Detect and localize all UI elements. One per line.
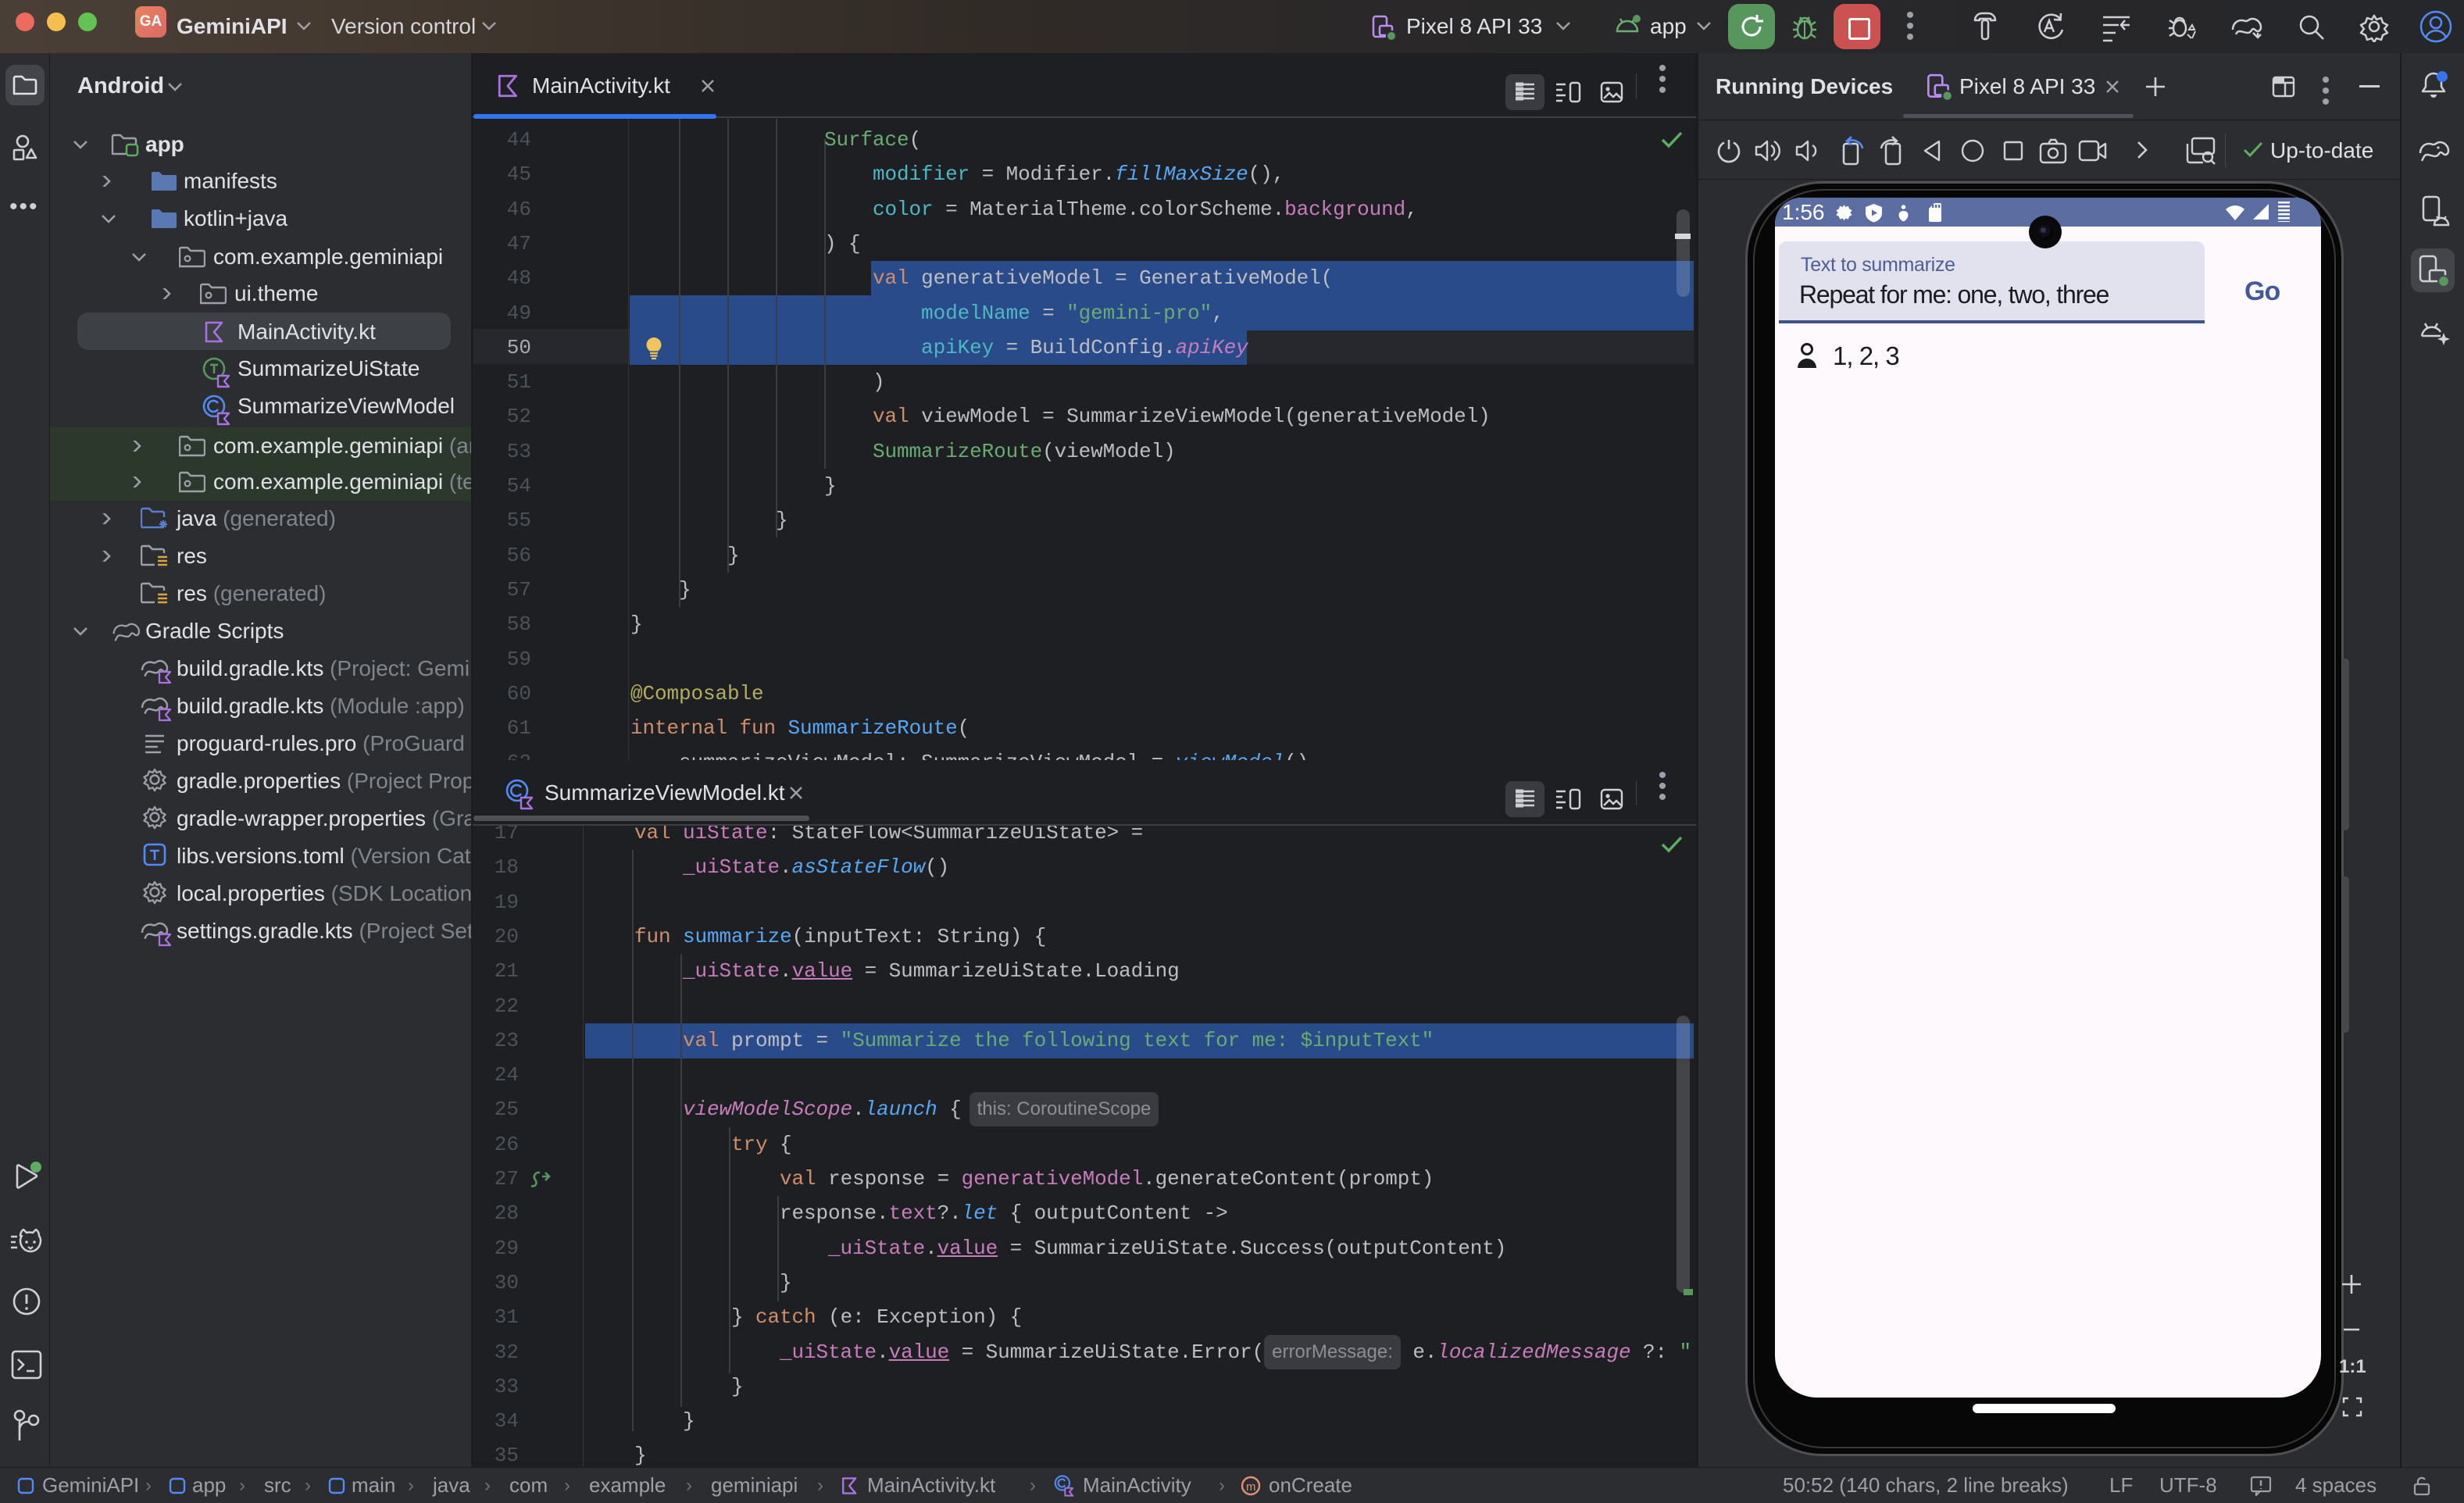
svg-text:m: m	[1246, 1480, 1256, 1494]
